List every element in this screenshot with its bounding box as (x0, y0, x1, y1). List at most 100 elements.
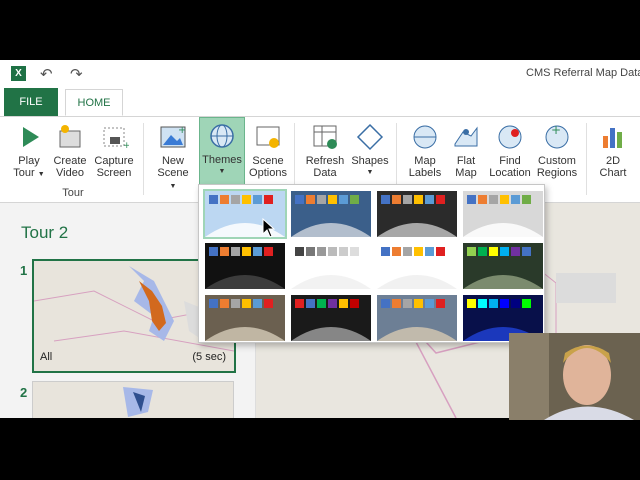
color-swatch (242, 247, 251, 256)
color-swatch (522, 299, 531, 308)
ribbon-separator (143, 123, 144, 195)
color-swatch (478, 195, 487, 204)
mouse-cursor-icon (262, 218, 276, 238)
shapes-button[interactable]: Shapes ▼ (350, 119, 390, 183)
ribbon-separator (586, 123, 587, 195)
theme-option[interactable] (291, 191, 371, 237)
find-location-button[interactable]: Find Location (487, 119, 533, 183)
theme-swatches (467, 195, 531, 204)
color-swatch (425, 247, 434, 256)
color-swatch (500, 247, 509, 256)
color-swatch (403, 195, 412, 204)
scene-options-button[interactable]: Scene Options (248, 119, 288, 183)
tab-file[interactable]: FILE (4, 88, 58, 116)
theme-swatches (381, 299, 445, 308)
color-swatch (295, 247, 304, 256)
color-swatch (339, 195, 348, 204)
redo-icon[interactable]: ↷ (70, 65, 83, 83)
capture-screen-label: Capture (94, 155, 134, 167)
theme-swatches (467, 299, 531, 308)
refresh-data-button[interactable]: Refresh Data (303, 119, 347, 183)
theme-option[interactable] (377, 295, 457, 341)
color-swatch (306, 195, 315, 204)
themes-button[interactable]: Themes ▼ (199, 117, 245, 185)
custom-regions-icon: + (545, 123, 569, 149)
theme-option[interactable] (291, 243, 371, 289)
flat-map-label-2: Map (455, 167, 477, 179)
color-swatch (220, 299, 229, 308)
color-swatch (339, 247, 348, 256)
theme-globe-preview (463, 223, 543, 237)
color-swatch (500, 195, 509, 204)
tour-title: Tour 2 (21, 223, 69, 242)
custom-regions-label-2: Regions (536, 167, 578, 179)
color-swatch (425, 299, 434, 308)
bar-chart-icon (603, 128, 622, 148)
color-swatch (253, 299, 262, 308)
flat-map-label: Flat (456, 155, 476, 167)
2d-chart-label-2: Chart (599, 167, 627, 179)
color-swatch (500, 299, 509, 308)
capture-screen-button[interactable]: + Capture Screen (92, 119, 136, 183)
tab-home[interactable]: HOME (65, 89, 123, 116)
flat-map-button[interactable]: Flat Map (448, 119, 484, 183)
theme-swatches (381, 247, 445, 256)
color-swatch (231, 299, 240, 308)
create-video-button[interactable]: Create Video (50, 119, 90, 183)
new-scene-button[interactable]: + New Scene ▼ (153, 119, 193, 190)
refresh-data-label-2: Data (313, 167, 337, 179)
color-swatch (209, 195, 218, 204)
play-icon (23, 127, 39, 147)
theme-option[interactable] (377, 191, 457, 237)
theme-globe-preview (205, 327, 285, 341)
theme-globe-preview (291, 275, 371, 289)
theme-swatches (381, 195, 445, 204)
theme-swatches (209, 247, 273, 256)
color-swatch (209, 299, 218, 308)
color-swatch (242, 195, 251, 204)
group-label-tour: Tour (62, 187, 84, 199)
color-swatch (231, 247, 240, 256)
color-swatch (414, 299, 423, 308)
color-swatch (522, 247, 531, 256)
color-swatch (381, 195, 390, 204)
map-labels-button[interactable]: Map Labels (405, 119, 445, 183)
theme-swatches (295, 247, 359, 256)
custom-regions-button[interactable]: + Custom Regions (535, 119, 579, 183)
theme-option[interactable] (205, 295, 285, 341)
scene-number: 2 (20, 385, 28, 400)
scene-thumbnail[interactable] (32, 381, 234, 418)
2d-chart-button[interactable]: 2D Chart (595, 119, 631, 183)
color-swatch (253, 195, 262, 204)
color-swatch (328, 299, 337, 308)
color-swatch (242, 299, 251, 308)
shapes-icon (356, 123, 384, 151)
title-bar: X ↶ ↷ CMS Referral Map Data (0, 60, 640, 88)
theme-option[interactable] (291, 295, 371, 341)
color-swatch (478, 247, 487, 256)
theme-globe-preview (377, 223, 457, 237)
theme-swatches (209, 299, 273, 308)
play-tour-button[interactable]: Play Tour ▼ (10, 119, 48, 183)
theme-option[interactable] (205, 243, 285, 289)
theme-option[interactable] (463, 243, 543, 289)
ribbon-tabs: FILE HOME (0, 88, 640, 117)
color-swatch (264, 195, 273, 204)
color-swatch (403, 299, 412, 308)
play-tour-label: Play (18, 155, 40, 167)
find-location-label: Find (499, 155, 521, 167)
color-swatch (328, 195, 337, 204)
color-swatch (425, 195, 434, 204)
color-swatch (414, 247, 423, 256)
new-scene-label-2: Scene (157, 167, 189, 179)
color-swatch (264, 299, 273, 308)
map-labels-label-2: Labels (408, 167, 442, 179)
undo-icon[interactable]: ↶ (40, 65, 53, 83)
color-swatch (436, 247, 445, 256)
color-swatch (209, 247, 218, 256)
theme-option[interactable] (463, 191, 543, 237)
svg-text:+: + (551, 123, 561, 137)
create-video-label-2: Video (56, 167, 84, 179)
scene-options-label-2: Options (249, 167, 287, 179)
theme-option[interactable] (377, 243, 457, 289)
